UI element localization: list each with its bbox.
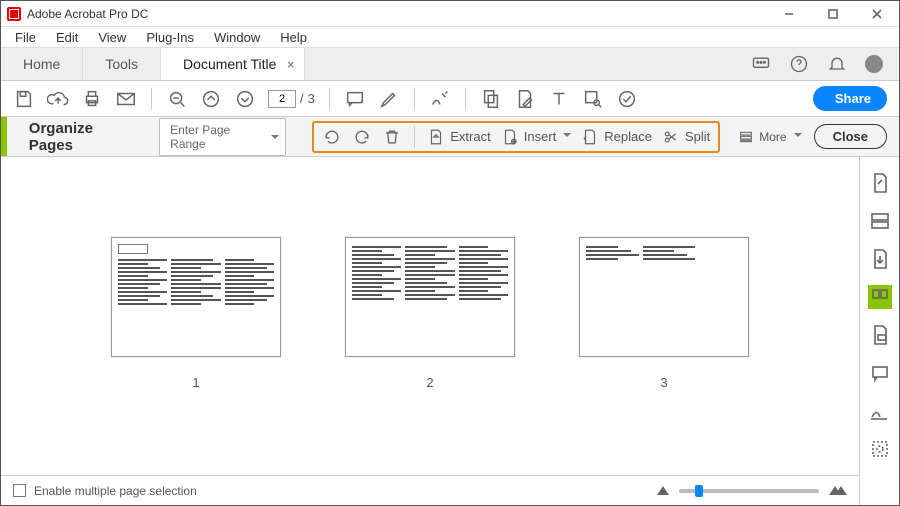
organize-title: Organize Pages: [29, 120, 137, 154]
cloud-upload-icon[interactable]: [47, 88, 69, 110]
account-avatar[interactable]: [865, 55, 883, 73]
create-pdf-icon[interactable]: [480, 88, 502, 110]
page-thumbnail-3[interactable]: [579, 237, 749, 357]
rotate-right-icon[interactable]: [352, 127, 372, 147]
menu-bar: File Edit View Plug-Ins Window Help: [1, 27, 899, 47]
minimize-button[interactable]: [767, 1, 811, 27]
more-dropdown[interactable]: More: [738, 129, 801, 145]
search-tools-icon[interactable]: [582, 88, 604, 110]
page-thumbnail-1[interactable]: [111, 237, 281, 357]
rtool-organize-icon[interactable]: [868, 285, 892, 309]
window-title: Adobe Acrobat Pro DC: [27, 7, 148, 21]
zoom-out-icon[interactable]: [166, 88, 188, 110]
page-down-icon[interactable]: [234, 88, 256, 110]
zoom-in-button[interactable]: [829, 486, 841, 495]
print-icon[interactable]: [81, 88, 103, 110]
menu-file[interactable]: File: [5, 28, 46, 47]
replace-button[interactable]: Replace: [581, 128, 652, 146]
tab-home[interactable]: Home: [1, 48, 83, 80]
page-number-2: 2: [426, 375, 433, 390]
menu-help[interactable]: Help: [270, 28, 317, 47]
page-number-1: 1: [192, 375, 199, 390]
feedback-icon[interactable]: [751, 54, 771, 74]
menu-plugins[interactable]: Plug-Ins: [136, 28, 204, 47]
multiselect-checkbox[interactable]: [13, 484, 26, 497]
email-icon[interactable]: [115, 88, 137, 110]
menu-window[interactable]: Window: [204, 28, 270, 47]
split-button[interactable]: Split: [662, 128, 710, 146]
rtool-more-icon[interactable]: [868, 437, 892, 461]
extract-button[interactable]: Extract: [427, 128, 490, 146]
rotate-left-icon[interactable]: [322, 127, 342, 147]
page-number-input[interactable]: [268, 90, 296, 108]
rtool-note-icon[interactable]: [868, 361, 892, 385]
tab-tools[interactable]: Tools: [83, 48, 161, 80]
menu-edit[interactable]: Edit: [46, 28, 88, 47]
checkmark-icon[interactable]: [616, 88, 638, 110]
zoom-slider[interactable]: [679, 489, 819, 493]
tab-document[interactable]: Document Title ×: [161, 48, 305, 80]
page-thumbnail-2[interactable]: [345, 237, 515, 357]
rtool-combine-icon[interactable]: [868, 209, 892, 233]
organize-actions-highlight: Extract Insert Replace Split: [312, 121, 720, 153]
insert-button[interactable]: Insert: [501, 128, 572, 146]
help-icon[interactable]: [789, 54, 809, 74]
multiselect-label: Enable multiple page selection: [34, 484, 197, 498]
page-number-3: 3: [660, 375, 667, 390]
add-text-icon[interactable]: [548, 88, 570, 110]
highlight-icon[interactable]: [378, 88, 400, 110]
save-icon[interactable]: [13, 88, 35, 110]
maximize-button[interactable]: [811, 1, 855, 27]
share-label: Share: [835, 91, 871, 106]
rtool-export-icon[interactable]: [868, 247, 892, 271]
page-total: 3: [308, 91, 315, 106]
close-tool-button[interactable]: Close: [814, 124, 887, 149]
sign-icon[interactable]: [429, 88, 451, 110]
page-up-icon[interactable]: [200, 88, 222, 110]
rtool-create-pdf-icon[interactable]: [868, 171, 892, 195]
menu-view[interactable]: View: [88, 28, 136, 47]
comment-icon[interactable]: [344, 88, 366, 110]
tab-document-label: Document Title: [183, 56, 276, 72]
page-indicator: / 3: [268, 90, 315, 108]
zoom-out-button[interactable]: [657, 486, 669, 495]
right-tool-rail: [859, 157, 899, 505]
share-button[interactable]: Share: [813, 86, 887, 111]
close-tab-icon[interactable]: ×: [287, 57, 295, 72]
rtool-fillsign-icon[interactable]: [868, 399, 892, 423]
acrobat-logo: [7, 7, 21, 21]
edit-pdf-icon[interactable]: [514, 88, 536, 110]
page-range-dropdown[interactable]: Enter Page Range: [159, 118, 286, 156]
delete-page-icon[interactable]: [382, 127, 402, 147]
notification-icon[interactable]: [827, 54, 847, 74]
rtool-comment-icon[interactable]: [868, 323, 892, 347]
organize-accent: [1, 117, 7, 156]
close-window-button[interactable]: [855, 1, 899, 27]
